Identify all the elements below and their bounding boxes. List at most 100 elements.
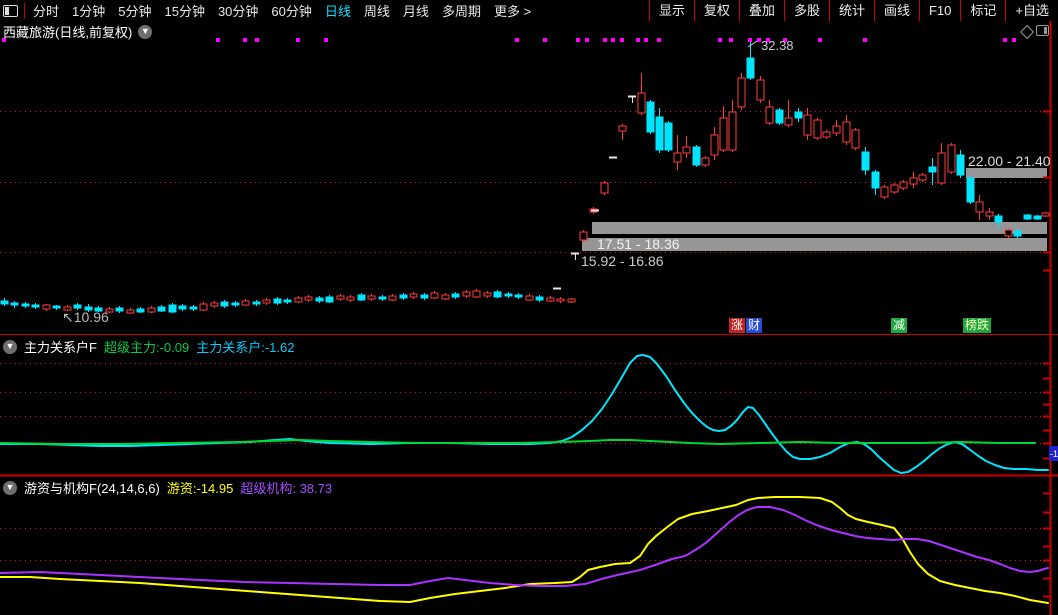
signal-dot (216, 38, 220, 42)
period-tab-2[interactable]: 1分钟 (72, 1, 105, 20)
chart-canvas[interactable]: -1 (0, 0, 1058, 615)
peak-price-annotation: 32.38 (761, 38, 794, 53)
side-panel-icon[interactable] (1036, 25, 1049, 36)
candle-body (823, 132, 830, 137)
chevron-down-icon[interactable]: ▼ (138, 25, 152, 39)
candle-body (580, 232, 587, 240)
candle-body (484, 293, 491, 296)
candle-body (43, 305, 50, 309)
panel1-line-主力关系户 (0, 355, 1048, 473)
stock-title-row[interactable]: 西藏旅游(日线,前复权) ▼ (3, 22, 152, 41)
panel2-header: ▼ 游资与机构F(24,14,6,6) 游资:-14.95 超级机构: 38.7… (3, 478, 332, 497)
candle-body (957, 155, 964, 175)
signal-dot (611, 38, 615, 42)
tool-button-2[interactable]: 复权 (694, 0, 739, 21)
tool-button-7[interactable]: F10 (919, 0, 960, 21)
candle-body (368, 296, 375, 299)
tool-button-3[interactable]: 叠加 (739, 0, 784, 21)
panel1-metric-1: 超级主力:-0.09 (104, 337, 189, 356)
panel2-name[interactable]: 游资与机构F(24,14,6,6) (24, 478, 160, 497)
candle-body (232, 303, 239, 305)
tool-button-5[interactable]: 统计 (829, 0, 874, 21)
low-price-annotation: ↖10.96 (62, 309, 109, 326)
period-tab-6[interactable]: 60分钟 (271, 1, 311, 20)
candle-body (326, 297, 333, 302)
period-tab-5[interactable]: 30分钟 (218, 1, 258, 20)
candle-body (683, 147, 690, 153)
candle-body (1014, 231, 1021, 236)
candle-body (389, 296, 396, 300)
candle-body (967, 178, 974, 202)
tag-badge-1[interactable]: 涨 (729, 318, 745, 333)
tool-button-9[interactable]: +自选 (1005, 0, 1058, 21)
candle-body (263, 300, 270, 303)
low-arrow-icon: ↖ (62, 309, 74, 325)
signal-dot (576, 38, 580, 42)
period-tab-4[interactable]: 15分钟 (164, 1, 204, 20)
tag-badge-4[interactable]: 榜跌 (963, 318, 991, 333)
candle-body (852, 130, 859, 148)
candle-body (116, 308, 123, 311)
candle-body (137, 309, 144, 312)
candle-body (747, 58, 754, 78)
candle-body (833, 126, 840, 133)
candle-body (410, 294, 417, 297)
chevron-down-icon[interactable]: ▼ (3, 340, 17, 354)
signal-dot (1003, 38, 1007, 42)
signal-dot (818, 38, 822, 42)
candle-body (738, 78, 745, 107)
candle-body (347, 297, 354, 300)
period-tab-3[interactable]: 5分钟 (118, 1, 151, 20)
candle-body (938, 153, 945, 183)
candle-body (526, 296, 533, 300)
candle-body (693, 147, 700, 165)
price-band (966, 168, 1047, 178)
range-mid-annotation: 17.51 - 18.36 (597, 236, 680, 252)
panel1-name[interactable]: 主力关系户F (24, 337, 97, 356)
candle-body (948, 145, 955, 172)
signal-dot (636, 38, 640, 42)
candle-body (711, 135, 718, 155)
signal-dot (324, 38, 328, 42)
low-price-value: 10.96 (74, 309, 109, 325)
tag-badge-2[interactable]: 财 (746, 318, 762, 333)
period-tab-7[interactable]: 日线 (325, 1, 351, 20)
candle-body (274, 299, 281, 303)
candle-body (74, 305, 81, 308)
period-tab-10[interactable]: 多周期 (442, 1, 481, 20)
candle-body (295, 298, 302, 302)
candle-body (872, 172, 879, 188)
tool-button-1[interactable]: 显示 (649, 0, 694, 21)
axis-value-badge-text: -1 (1050, 449, 1058, 459)
candle-body (986, 212, 993, 216)
candle-body (702, 158, 709, 165)
range-high-annotation: 22.00 - 21.40 (968, 153, 1051, 169)
period-tab-8[interactable]: 周线 (364, 1, 390, 20)
panel1-line-超级主力 (0, 440, 1035, 444)
signal-dot (243, 38, 247, 42)
candle-body (766, 107, 773, 123)
tool-button-4[interactable]: 多股 (784, 0, 829, 21)
period-tab-9[interactable]: 月线 (403, 1, 429, 20)
candle-body (995, 216, 1002, 222)
candle-body (638, 93, 645, 113)
top-menu-bar: 分时 1分钟 5分钟 15分钟 30分钟 60分钟日线周线月线多周期更多 > 显示复权叠加… (0, 0, 1058, 21)
signal-dot (644, 38, 648, 42)
tool-button-8[interactable]: 标记 (960, 0, 1005, 21)
candle-body (536, 297, 543, 300)
period-tab-1[interactable]: 分时 (33, 1, 59, 20)
tool-button-6[interactable]: 画线 (874, 0, 919, 21)
candle-body (814, 120, 821, 138)
split-window-icon[interactable] (3, 5, 18, 17)
candle-body (720, 118, 727, 150)
candle-body (148, 308, 155, 312)
tag-badge-3[interactable]: 减 (891, 318, 907, 333)
period-tab-11[interactable]: 更多 > (494, 1, 531, 20)
signal-dot (515, 38, 519, 42)
candle-body (253, 302, 260, 304)
candle-body (473, 291, 480, 297)
chevron-down-icon[interactable]: ▼ (3, 481, 17, 495)
candle-body (421, 295, 428, 298)
panel2-metric-1: 游资:-14.95 (167, 478, 234, 497)
signal-dot (863, 38, 867, 42)
